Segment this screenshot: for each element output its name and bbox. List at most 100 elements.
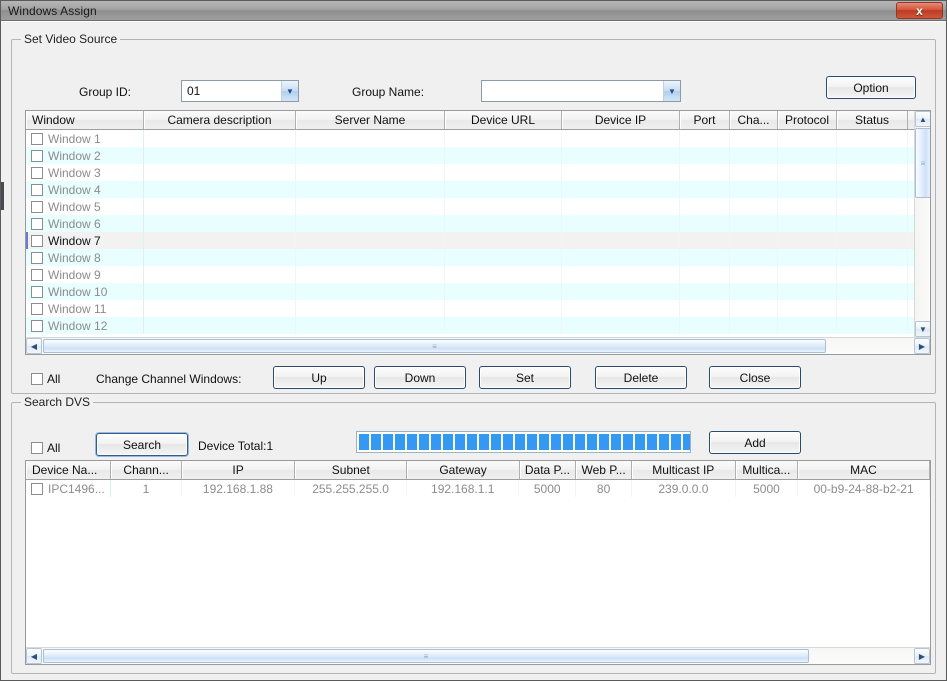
table-row[interactable]: Window 11	[26, 300, 930, 317]
up-button[interactable]: Up	[273, 366, 365, 389]
column-header[interactable]: Status	[837, 111, 908, 129]
scroll-down-icon[interactable]: ▼	[915, 321, 930, 337]
table-cell	[778, 181, 837, 198]
scroll-right-icon[interactable]: ▶	[914, 648, 930, 664]
column-header[interactable]: Window	[26, 111, 144, 129]
table-row[interactable]: IPC1496... 1 192.168.1.88 255.255.255.0 192.…	[26, 480, 930, 497]
close-button[interactable]: Close	[709, 366, 801, 389]
scroll-up-icon[interactable]: ▲	[915, 111, 930, 127]
window-title: Windows Assign	[8, 3, 97, 18]
checkbox-icon[interactable]	[31, 268, 43, 281]
column-header[interactable]: IP	[182, 461, 296, 479]
column-header[interactable]: MAC	[798, 461, 930, 479]
video-hscroll-thumb[interactable]: ≡	[43, 339, 826, 353]
table-row[interactable]: Window 2	[26, 147, 930, 164]
column-header[interactable]: Server Name	[296, 111, 445, 129]
table-row[interactable]: Window 1	[26, 130, 930, 147]
checkbox-icon[interactable]	[31, 442, 43, 454]
checkbox-icon[interactable]	[31, 285, 43, 298]
delete-button[interactable]: Delete	[595, 366, 687, 389]
option-button[interactable]: Option	[826, 76, 916, 99]
checkbox-icon[interactable]	[31, 166, 43, 179]
scroll-left-icon[interactable]: ◀	[26, 338, 42, 354]
group-name-combo[interactable]: ▼	[481, 80, 681, 102]
table-cell	[296, 232, 445, 249]
column-header[interactable]: Chann...	[111, 461, 182, 479]
scroll-right-icon[interactable]: ▶	[914, 338, 930, 354]
table-cell	[778, 215, 837, 232]
column-header[interactable]: Protocol	[778, 111, 837, 129]
checkbox-icon[interactable]	[31, 149, 43, 162]
table-row[interactable]: Window 12	[26, 317, 930, 334]
column-header[interactable]: Gateway	[407, 461, 520, 479]
table-row[interactable]: Window 4	[26, 181, 930, 198]
table-cell: 5000	[519, 480, 577, 497]
column-header[interactable]: Port	[680, 111, 730, 129]
group-id-combo[interactable]: 01 ▼	[181, 80, 299, 102]
group-id-value: 01	[187, 84, 201, 98]
table-row[interactable]: Window 5	[26, 198, 930, 215]
checkbox-icon[interactable]	[31, 319, 43, 332]
column-header[interactable]: Device Na...	[26, 461, 112, 479]
scroll-left-icon[interactable]: ◀	[26, 648, 42, 664]
dvs-select-all-checkbox[interactable]: All	[31, 441, 60, 455]
cell-text: Window 1	[48, 131, 101, 146]
close-icon[interactable]: x	[896, 2, 943, 19]
video-horizontal-scrollbar[interactable]: ◀ ≡ ▶	[26, 337, 930, 354]
chevron-down-icon[interactable]: ▼	[663, 81, 680, 101]
checkbox-icon[interactable]	[31, 251, 43, 264]
table-cell	[445, 147, 562, 164]
search-dvs-header-row: Device Na... Chann... IP Subnet Gateway Data …	[26, 461, 930, 480]
search-button[interactable]: Search	[96, 433, 188, 456]
search-dvs-rows[interactable]: IPC1496... 1 192.168.1.88 255.255.255.0 192.…	[26, 480, 930, 497]
table-cell	[562, 283, 680, 300]
column-header[interactable]: Subnet	[295, 461, 408, 479]
chevron-down-icon[interactable]: ▼	[281, 81, 298, 101]
table-row[interactable]: Window 10	[26, 283, 930, 300]
checkbox-icon[interactable]	[31, 302, 43, 315]
progress-segment	[539, 434, 549, 450]
title-bar[interactable]: Windows Assign x	[1, 1, 946, 21]
table-row[interactable]: Window 3	[26, 164, 930, 181]
column-header[interactable]: Data P...	[520, 461, 577, 479]
table-row[interactable]: Window 9	[26, 266, 930, 283]
checkbox-icon[interactable]	[31, 234, 43, 247]
checkbox-icon[interactable]	[31, 132, 43, 145]
dvs-horizontal-scrollbar[interactable]: ◀ ≡ ▶	[26, 647, 930, 664]
set-video-source-title: Set Video Source	[21, 32, 121, 46]
column-header[interactable]: Multica...	[736, 461, 798, 479]
video-vertical-scrollbar[interactable]: ▲ ≡ ▼	[914, 111, 930, 337]
table-cell	[680, 147, 730, 164]
column-header[interactable]: Web P...	[576, 461, 632, 479]
column-header[interactable]: Multicast IP	[632, 461, 736, 479]
video-source-rows[interactable]: Window 1 Window 2 Window 3 Window 4 Window 5…	[26, 130, 930, 334]
table-cell	[445, 198, 562, 215]
table-cell: Window 9	[26, 266, 144, 283]
checkbox-icon[interactable]	[31, 200, 43, 213]
table-cell	[445, 232, 562, 249]
add-button[interactable]: Add	[709, 431, 801, 454]
column-header[interactable]: Cha...	[730, 111, 778, 129]
checkbox-icon[interactable]	[31, 183, 43, 196]
set-button[interactable]: Set	[479, 366, 571, 389]
table-cell	[445, 249, 562, 266]
progress-segment	[551, 434, 561, 450]
checkbox-icon[interactable]	[31, 217, 43, 230]
column-header[interactable]: Camera description	[144, 111, 296, 129]
table-row[interactable]: Window 8	[26, 249, 930, 266]
down-button[interactable]: Down	[374, 366, 466, 389]
table-cell	[445, 181, 562, 198]
checkbox-icon[interactable]	[31, 373, 43, 385]
progress-segment	[527, 434, 537, 450]
checkbox-icon[interactable]	[31, 482, 43, 495]
table-row[interactable]: Window 7	[26, 232, 930, 249]
table-row[interactable]: Window 6	[26, 215, 930, 232]
search-dvs-listview[interactable]: Device Na... Chann... IP Subnet Gateway Data …	[25, 460, 931, 665]
column-header[interactable]: Device IP	[562, 111, 680, 129]
dvs-hscroll-thumb[interactable]: ≡	[43, 649, 809, 663]
column-header[interactable]: Device URL	[445, 111, 562, 129]
table-cell	[144, 130, 296, 147]
video-select-all-checkbox[interactable]: All	[31, 372, 60, 386]
video-source-listview[interactable]: Window Camera description Server Name Devic…	[25, 110, 931, 355]
video-vscroll-thumb[interactable]: ≡	[915, 128, 930, 198]
